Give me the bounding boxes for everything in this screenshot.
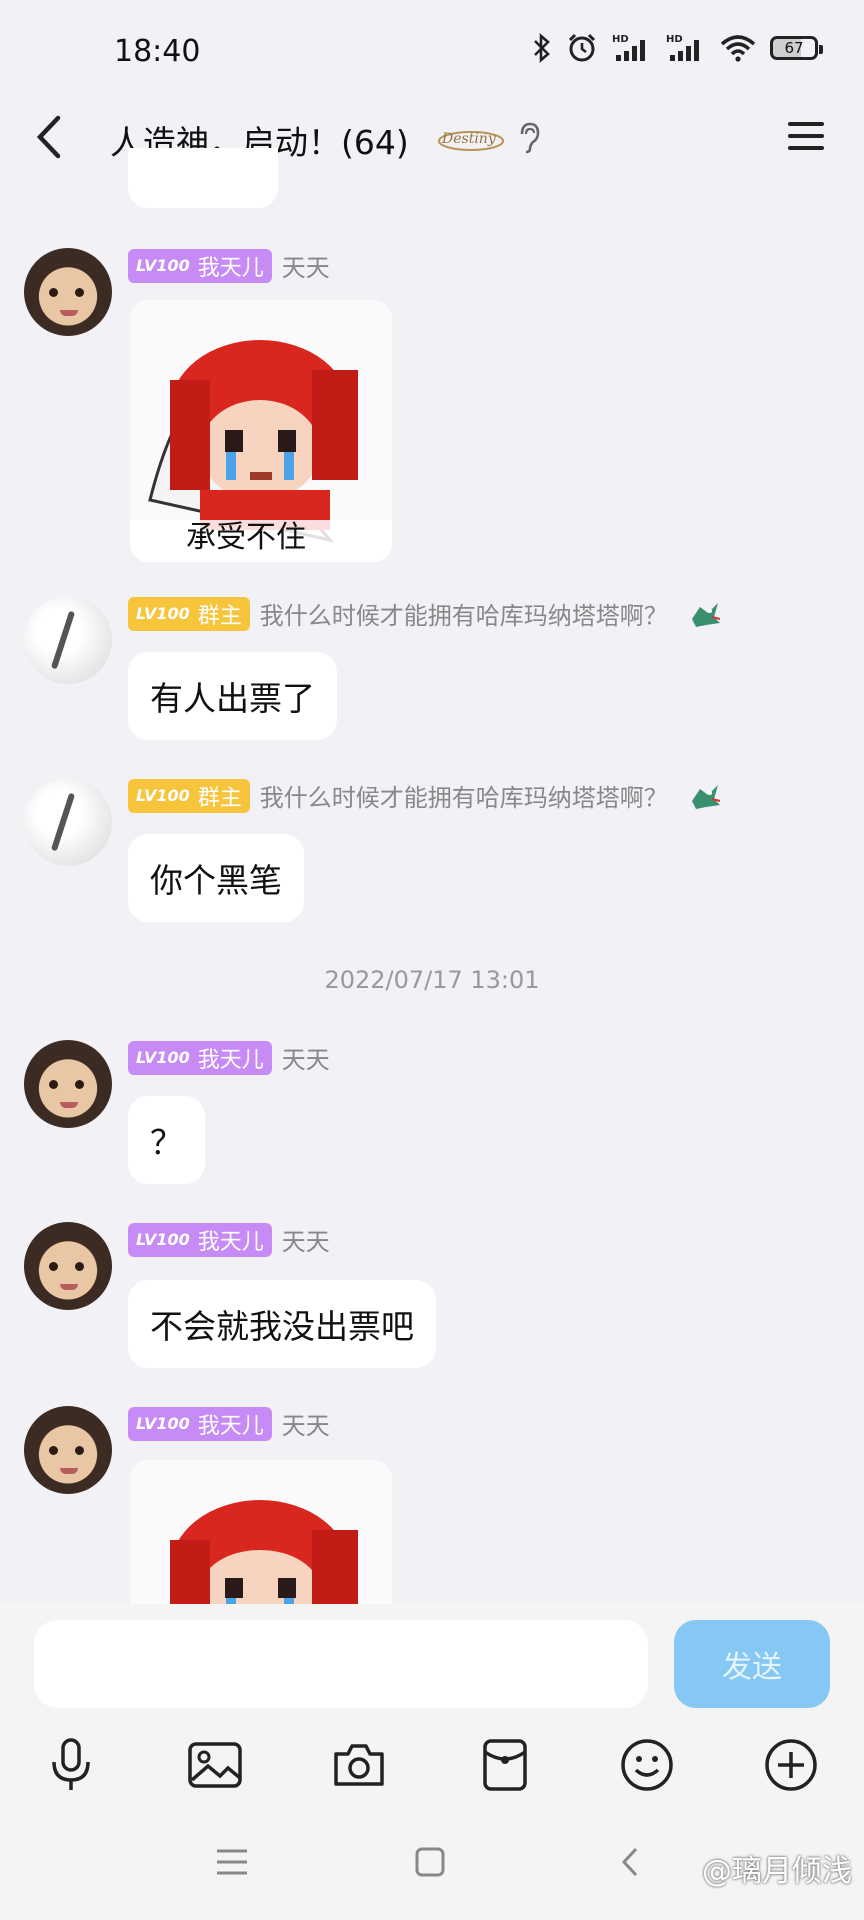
level-label: LV100: [136, 1048, 190, 1067]
nav-back-icon: [621, 1847, 638, 1877]
bluetooth-icon: [532, 33, 552, 63]
nav-home-button[interactable]: [410, 1842, 450, 1882]
member-badge: LV100 群主: [128, 596, 250, 631]
red-packet-icon: [483, 1739, 527, 1791]
plus-icon: [765, 1739, 817, 1791]
message-meta: LV100 我天儿 天天: [128, 248, 330, 283]
microphone-button[interactable]: [44, 1738, 98, 1792]
member-badge: LV100 群主: [128, 778, 250, 813]
sticker-image[interactable]: [130, 1460, 392, 1610]
status-icons: HD HD 67: [532, 32, 823, 64]
message-meta: LV100 群主 我什么时候才能拥有哈库玛纳塔塔啊？: [128, 778, 722, 813]
destiny-badge: Destiny: [436, 122, 506, 156]
message-bubble[interactable]: 有人出票了: [128, 652, 337, 740]
watermark: @璃月倾浅: [702, 1854, 852, 1889]
signal-hd-label-2: HD: [666, 34, 683, 45]
alarm-icon: [566, 32, 598, 64]
avatar[interactable]: [24, 596, 112, 684]
message-input[interactable]: [34, 1620, 648, 1708]
message-meta: LV100 我天儿 天天: [128, 1040, 330, 1075]
nav-recents-button[interactable]: [212, 1842, 252, 1882]
back-button[interactable]: [30, 112, 70, 162]
previous-message-bubble[interactable]: [128, 148, 278, 208]
member-title: 群主: [197, 603, 242, 629]
menu-button[interactable]: [788, 120, 824, 152]
member-badge: LV100 我天儿: [128, 1406, 272, 1441]
camera-icon: [334, 1744, 384, 1786]
hamburger-menu-icon: [788, 122, 824, 150]
avatar[interactable]: [24, 1222, 112, 1310]
sticker-image[interactable]: 承受不住: [130, 300, 392, 562]
send-button[interactable]: 发送: [674, 1620, 830, 1708]
image-button[interactable]: [188, 1738, 242, 1792]
home-icon: [415, 1847, 445, 1877]
message-timestamp: 2022/07/17 13:01: [324, 966, 540, 994]
member-badge: LV100 我天儿: [128, 1040, 272, 1075]
avatar[interactable]: [24, 248, 112, 336]
signal-icon-2: HD: [666, 33, 706, 63]
battery-icon: 67: [770, 36, 823, 60]
member-title: 我天儿: [197, 1229, 264, 1255]
dragon-icon: [688, 599, 722, 629]
sender-name: 天天: [281, 1228, 330, 1256]
sender-name: 天天: [281, 1046, 330, 1074]
member-title: 群主: [197, 785, 242, 811]
message-bubble[interactable]: 你个黑笔: [128, 834, 304, 922]
member-title: 我天儿: [197, 255, 264, 281]
emoji-button[interactable]: [620, 1738, 674, 1792]
crying-girl-sticker: [130, 1460, 392, 1610]
camera-button[interactable]: [332, 1738, 386, 1792]
image-icon: [188, 1742, 242, 1788]
wifi-icon: [720, 34, 756, 62]
level-label: LV100: [136, 1414, 190, 1433]
member-badge: LV100 我天儿: [128, 248, 272, 283]
dragon-icon: [688, 781, 722, 811]
member-title: 我天儿: [197, 1413, 264, 1439]
message-bubble[interactable]: 不会就我没出票吧: [128, 1280, 436, 1368]
emoji-icon: [621, 1739, 673, 1791]
level-label: LV100: [136, 786, 190, 805]
nav-back-button[interactable]: [610, 1842, 650, 1882]
battery-level: 67: [784, 39, 804, 57]
ear-icon[interactable]: [514, 120, 544, 154]
sender-name: 天天: [281, 254, 330, 282]
plus-button[interactable]: [764, 1738, 818, 1792]
message-meta: LV100 群主 我什么时候才能拥有哈库玛纳塔塔啊？: [128, 596, 722, 631]
message-bubble[interactable]: ？: [128, 1096, 205, 1184]
avatar[interactable]: [24, 1040, 112, 1128]
level-label: LV100: [136, 1230, 190, 1249]
level-label: LV100: [136, 604, 190, 623]
message-meta: LV100 我天儿 天天: [128, 1406, 330, 1441]
member-title: 我天儿: [197, 1047, 264, 1073]
destiny-badge-text: Destiny: [441, 131, 497, 147]
member-badge: LV100 我天儿: [128, 1222, 272, 1257]
signal-hd-label-1: HD: [612, 34, 629, 45]
chevron-left-icon: [36, 115, 61, 159]
microphone-icon: [52, 1738, 90, 1790]
avatar[interactable]: [24, 1406, 112, 1494]
sender-name: 我什么时候才能拥有哈库玛纳塔塔啊？: [259, 602, 668, 630]
signal-icon-1: HD: [612, 33, 652, 63]
red-packet-button[interactable]: [478, 1738, 532, 1792]
level-label: LV100: [136, 256, 190, 275]
sender-name: 天天: [281, 1412, 330, 1440]
status-time: 18:40: [114, 34, 201, 69]
recents-icon: [217, 1849, 247, 1875]
avatar[interactable]: [24, 778, 112, 866]
sticker-caption: 承受不住: [186, 520, 306, 555]
sender-name: 我什么时候才能拥有哈库玛纳塔塔啊？: [259, 784, 668, 812]
message-meta: LV100 我天儿 天天: [128, 1222, 330, 1257]
status-bar: 18:40 HD HD 67: [0, 0, 864, 108]
